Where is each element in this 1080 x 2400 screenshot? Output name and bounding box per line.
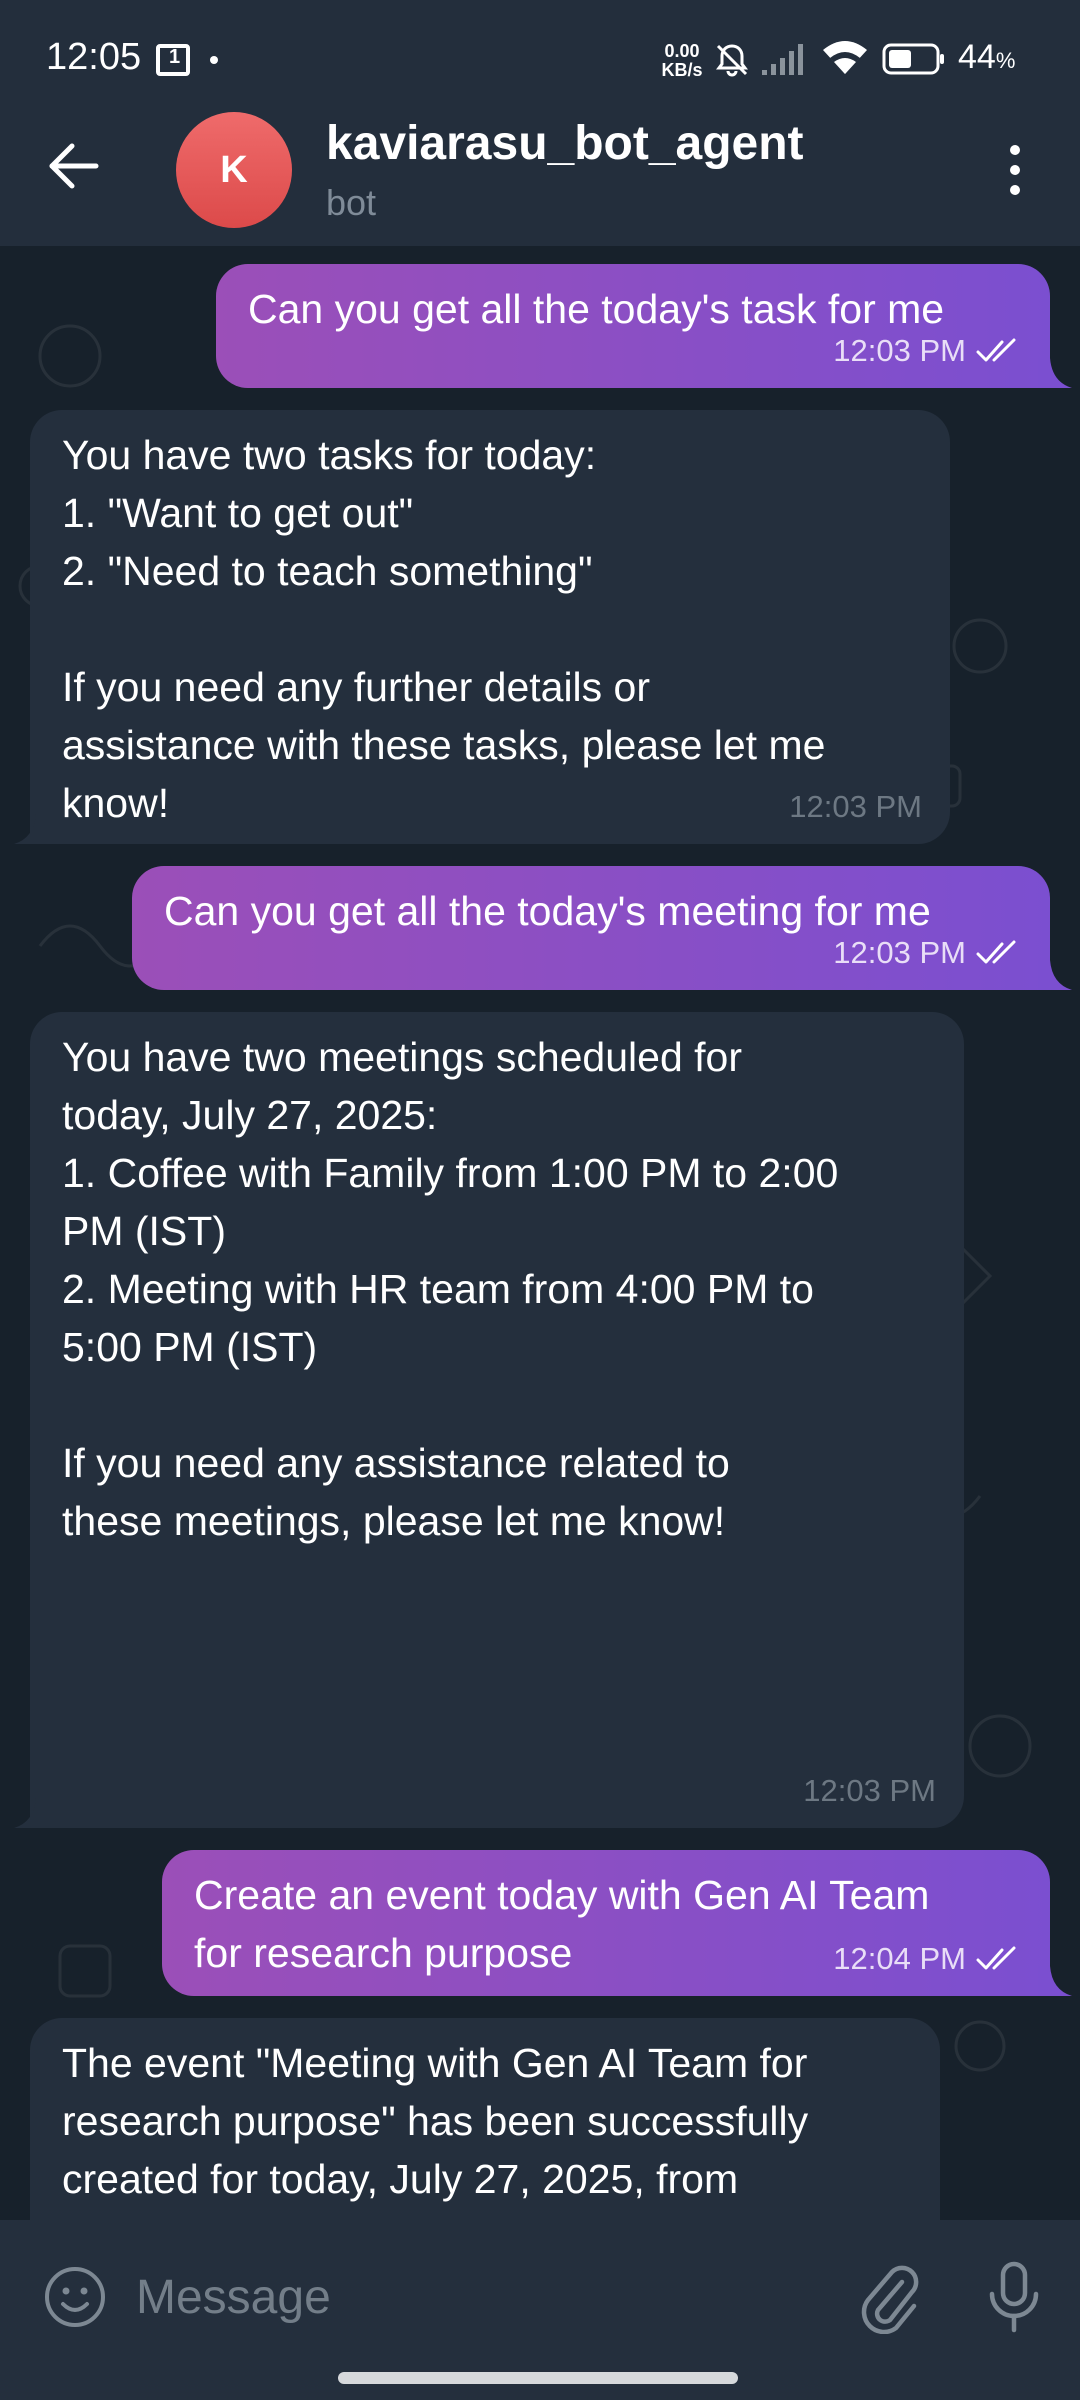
notification-dot-icon	[210, 56, 218, 64]
double-check-icon	[976, 1946, 1016, 1970]
network-speed-value: 0.00	[664, 41, 700, 61]
incoming-bubble-tail	[14, 814, 48, 844]
paperclip-icon[interactable]	[854, 2260, 920, 2334]
battery-percent-value: 44	[958, 38, 996, 76]
message-text: You have two tasks for today: 1. "Want t…	[62, 432, 826, 826]
incoming-message[interactable]: The event "Meeting with Gen AI Team for …	[30, 2018, 940, 2220]
message-input[interactable]	[136, 2260, 836, 2334]
calendar-icon	[156, 44, 190, 76]
message-meta: 12:03 PM	[803, 1762, 936, 1820]
message-time: 12:03 PM	[803, 1773, 936, 1808]
chat-subtitle: bot	[326, 182, 377, 223]
double-check-icon	[976, 940, 1016, 964]
outgoing-bubble-tail	[1038, 960, 1072, 990]
message-meta: 12:04 PM	[833, 1930, 1022, 1988]
incoming-message[interactable]: You have two meetings scheduled for toda…	[30, 1012, 964, 1828]
signal-icon	[762, 44, 803, 75]
incoming-message[interactable]: You have two tasks for today: 1. "Want t…	[30, 410, 950, 844]
message-meta: 12:03 PM	[789, 778, 922, 836]
double-check-icon	[976, 338, 1016, 362]
microphone-icon[interactable]	[984, 2260, 1044, 2336]
battery-icon	[882, 43, 944, 75]
outgoing-message[interactable]: Can you get all the today's meeting for …	[132, 866, 1050, 990]
wifi-icon	[823, 41, 867, 74]
home-indicator[interactable]	[338, 2372, 738, 2384]
incoming-bubble-tail	[14, 1798, 48, 1828]
bell-muted-icon	[716, 44, 748, 77]
message-meta: 12:03 PM	[833, 322, 1022, 380]
message-text: You have two meetings scheduled for toda…	[62, 1034, 839, 1544]
network-speed-unit: KB/s	[661, 60, 703, 80]
outgoing-message[interactable]: Can you get all the today's task for me 1…	[216, 264, 1050, 388]
message-time: 12:03 PM	[833, 935, 966, 970]
message-time: 12:03 PM	[833, 333, 966, 368]
chat-header: 12:05 0.00 KB/s 44%	[0, 0, 1080, 246]
outgoing-bubble-tail	[1038, 358, 1072, 388]
chat-title[interactable]: kaviarasu_bot_agent	[326, 116, 804, 171]
battery-percent-unit: %	[995, 48, 1016, 73]
outgoing-message[interactable]: Create an event today with Gen AI Team f…	[162, 1850, 1050, 1996]
status-bar: 12:05 0.00 KB/s 44%	[0, 0, 1080, 120]
more-vertical-icon[interactable]	[1000, 140, 1030, 200]
message-time: 12:04 PM	[833, 1941, 966, 1976]
message-meta: 12:03 PM	[833, 924, 1022, 982]
battery-percent: 44%	[958, 38, 1015, 77]
avatar[interactable]: K	[176, 112, 292, 228]
status-time: 12:05	[46, 36, 142, 78]
message-list[interactable]: Can you get all the today's task for me 1…	[0, 246, 1080, 2220]
back-arrow-icon[interactable]	[44, 136, 104, 196]
emoji-icon[interactable]	[42, 2264, 108, 2330]
message-text: The event "Meeting with Gen AI Team for …	[62, 2040, 809, 2220]
message-time: 12:03 PM	[789, 789, 922, 824]
network-speed: 0.00 KB/s	[654, 42, 710, 80]
outgoing-bubble-tail	[1038, 1966, 1072, 1996]
